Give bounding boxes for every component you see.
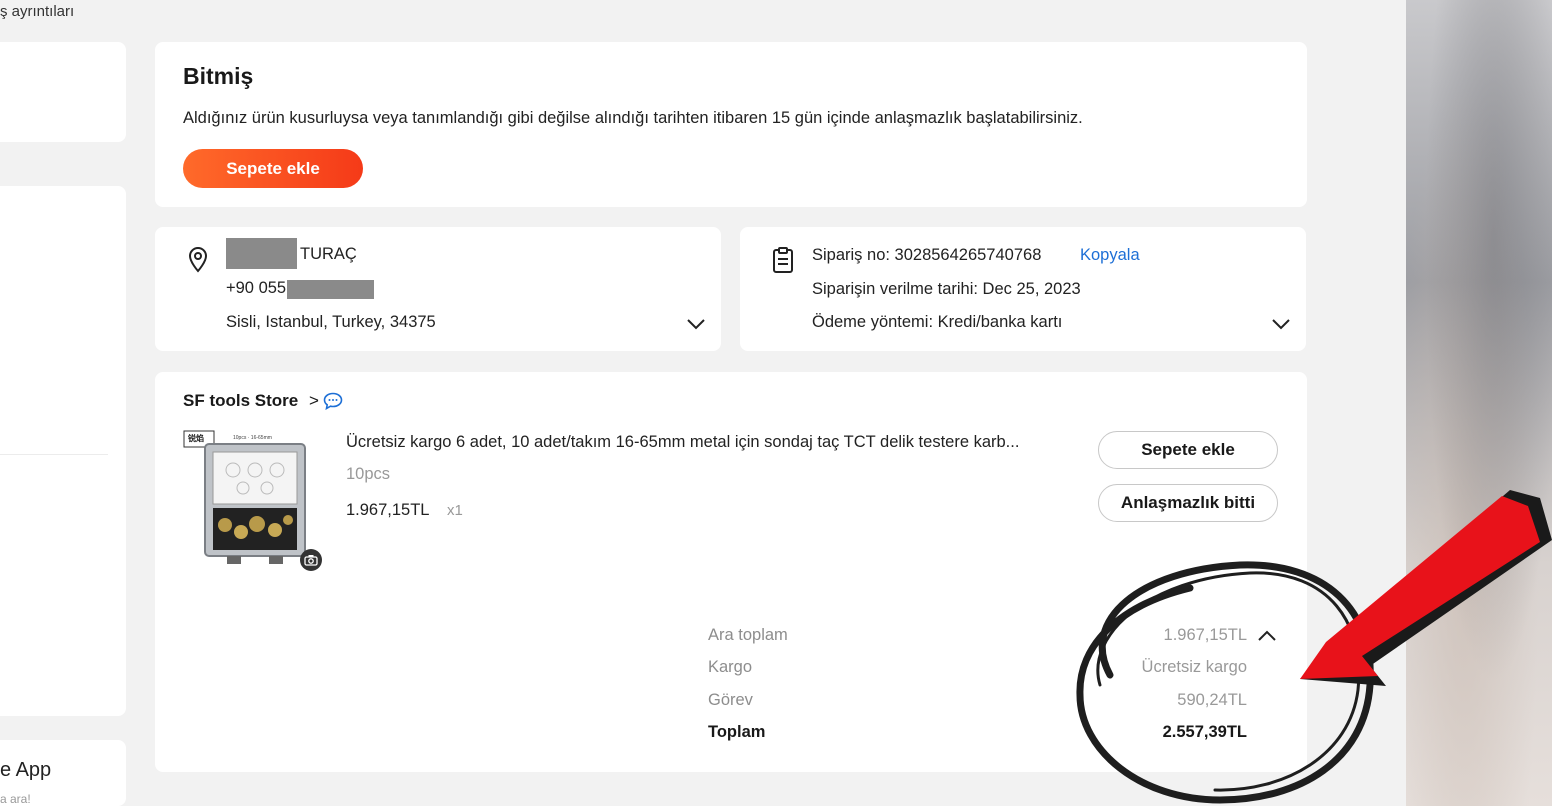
duty-value: 590,24TL xyxy=(1177,691,1247,709)
chevron-down-icon[interactable] xyxy=(1270,313,1292,335)
chat-bubble-icon[interactable] xyxy=(323,392,343,415)
chevron-down-icon[interactable] xyxy=(685,313,707,335)
chevron-right-icon: > xyxy=(308,391,319,410)
product-price: 1.967,15TL xyxy=(346,501,430,519)
payment-method: Ödeme yöntemi: Kredi/banka kartı xyxy=(812,313,1063,331)
sidebar-card-top xyxy=(0,42,126,142)
clipboard-icon xyxy=(771,246,795,279)
shipping-value: Ücretsiz kargo xyxy=(1141,658,1247,676)
store-name: SF tools Store xyxy=(183,391,299,410)
product-image-brand: 锐焰 xyxy=(188,434,204,443)
product-quantity: x1 xyxy=(447,502,463,519)
breadcrumb: ş ayrıntıları xyxy=(0,3,75,20)
subtotal-value: 1.967,15TL xyxy=(1163,626,1247,644)
order-status-title: Bitmiş xyxy=(183,63,254,89)
sidebar-app-label[interactable]: e App xyxy=(0,759,51,782)
redacted-name xyxy=(226,238,297,269)
product-image[interactable]: 锐焰 10pcs · 16-65mm xyxy=(183,428,323,574)
sidebar-divider xyxy=(0,454,108,455)
order-number: Sipariş no: 3028564265740768 xyxy=(812,246,1042,264)
subtotal-label: Ara toplam xyxy=(708,626,788,644)
total-value: 2.557,39TL xyxy=(1162,723,1247,741)
camera-icon[interactable] xyxy=(300,549,322,571)
dispute-finished-button[interactable]: Anlaşmazlık bitti xyxy=(1098,484,1278,522)
product-image-caption: 10pcs · 16-65mm xyxy=(233,435,272,441)
total-label: Toplam xyxy=(708,723,766,741)
add-to-cart-button[interactable]: Sepete ekle xyxy=(183,149,363,188)
location-pin-icon xyxy=(186,246,210,279)
store-name-link[interactable]: SF tools Store > xyxy=(183,391,319,411)
order-status-description: Aldığınız ürün kusurluysa veya tanımland… xyxy=(183,109,1083,127)
copy-order-link[interactable]: Kopyala xyxy=(1080,246,1140,265)
chevron-up-icon[interactable] xyxy=(1256,626,1278,651)
product-title[interactable]: Ücretsiz kargo 6 adet, 10 adet/takım 16-… xyxy=(346,433,1019,452)
shipping-label: Kargo xyxy=(708,658,753,676)
sidebar-card-menu xyxy=(0,186,126,716)
item-add-to-cart-button[interactable]: Sepete ekle xyxy=(1098,431,1278,469)
product-variant: 10pcs xyxy=(346,465,391,483)
background-photo xyxy=(1406,0,1552,806)
duty-label: Görev xyxy=(708,691,753,709)
recipient-location: Sisli, Istanbul, Turkey, 34375 xyxy=(226,313,436,331)
recipient-name: TURAÇ xyxy=(300,245,357,263)
order-date: Siparişin verilme tarihi: Dec 25, 2023 xyxy=(812,280,1081,298)
sidebar-app-sub: a ara! xyxy=(0,792,31,806)
redacted-phone xyxy=(287,280,374,299)
recipient-phone: +90 055 xyxy=(226,279,287,297)
